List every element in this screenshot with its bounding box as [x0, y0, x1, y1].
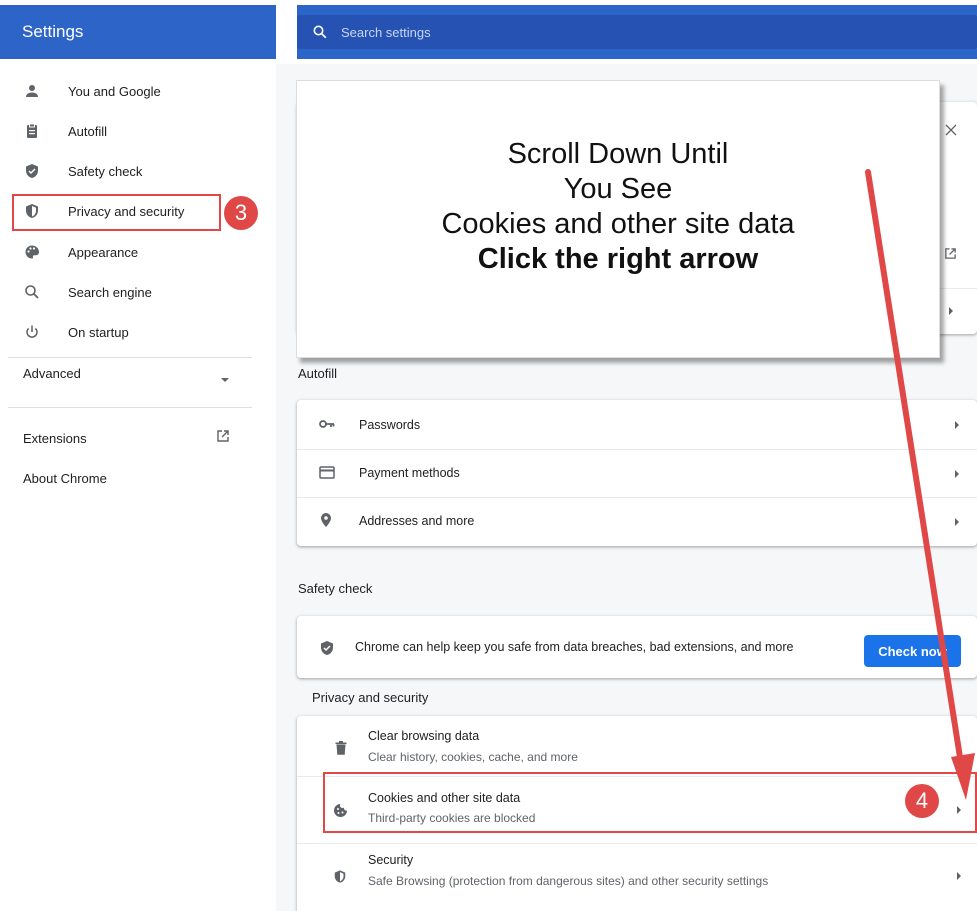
annotation-arrow: [865, 169, 975, 800]
arrow-head: [951, 753, 975, 800]
arrow-shaft: [865, 169, 965, 773]
